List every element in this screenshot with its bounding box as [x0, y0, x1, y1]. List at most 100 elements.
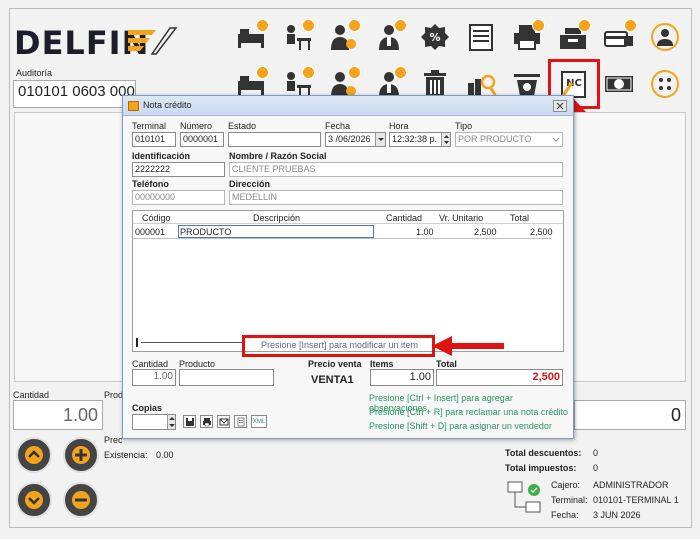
numero-field[interactable]: 0000001	[180, 132, 224, 147]
terminal-field-label: Terminal	[132, 121, 167, 131]
auditoria-field[interactable]: 010101 0603 0001	[13, 80, 136, 108]
dialog-close-button[interactable]	[553, 100, 567, 112]
grid-scrollbar[interactable]	[141, 342, 243, 343]
svg-text:%: %	[429, 31, 440, 44]
email-button[interactable]	[217, 415, 230, 428]
percent-icon: %	[421, 24, 449, 50]
existencia-label: Existencia:	[104, 450, 148, 460]
chevron-down-icon	[552, 137, 560, 142]
remove-button[interactable]	[63, 482, 99, 518]
items-label: Items	[370, 359, 394, 369]
fecha-value: 3 JUN 2026	[593, 510, 641, 520]
main-cantidad-field[interactable]: 1.00	[13, 400, 103, 430]
customer-money-button[interactable]	[322, 18, 364, 56]
grid-cell-vr-unitario: 2,500	[474, 227, 497, 237]
identificacion-field[interactable]: 2222222	[132, 162, 225, 177]
chevron-up-icon	[25, 446, 43, 464]
dlg-cantidad-field[interactable]: 1.00	[132, 369, 176, 386]
remove-badge-icon	[348, 66, 361, 79]
check-badge-icon	[532, 19, 545, 32]
printer-button[interactable]	[506, 18, 548, 56]
fecha-field-value: 3 /06/2026	[328, 134, 371, 144]
desk-person-button[interactable]	[276, 18, 318, 56]
printer-icon	[202, 417, 211, 426]
main-right-field[interactable]: 0	[574, 400, 686, 430]
more-button[interactable]	[644, 65, 686, 103]
bed-button[interactable]	[230, 18, 272, 56]
network-icon	[507, 481, 541, 513]
total-descuentos-value: 0	[593, 448, 599, 458]
dlg-total-label: Total	[436, 359, 457, 369]
grid-cell-codigo: 000001	[135, 227, 166, 237]
dlg-producto-field[interactable]	[179, 369, 274, 386]
document-list-button[interactable]	[460, 18, 502, 56]
total-descuentos-label: Total descuentos:	[505, 448, 582, 458]
discount-button[interactable]: %	[414, 18, 456, 56]
fecha-field-label: Fecha	[325, 121, 351, 131]
insert-hint: Presione [Insert] para modificar un item	[260, 340, 419, 350]
check-badge-icon	[578, 19, 591, 32]
direccion-field[interactable]: MEDELLIN	[229, 190, 563, 205]
save-button[interactable]	[183, 415, 196, 428]
user-refresh-button[interactable]	[644, 18, 686, 56]
register-button[interactable]	[552, 18, 594, 56]
existencia-row: Existencia: 0.00	[104, 450, 174, 460]
hora-spinner[interactable]	[441, 133, 450, 146]
remove-badge-icon	[256, 66, 269, 79]
items-grid[interactable]: Código Descripción Cantidad Vr. Unitario…	[132, 210, 564, 352]
hint-reclamar: Presione [Ctrl + R] para reclamar una no…	[369, 407, 568, 417]
dlg-total-field[interactable]: 2,500	[436, 369, 563, 386]
precio-venta-value: VENTA1	[311, 374, 354, 386]
spinner-icon	[444, 135, 449, 144]
xml-button[interactable]: XML	[251, 415, 267, 428]
document-export-icon	[237, 417, 244, 426]
grid-header-total: Total	[510, 213, 530, 223]
dlg-cantidad-label: Cantidad	[132, 359, 169, 369]
grid-cell-descripcion-editor[interactable]: PRODUCTO	[178, 225, 374, 238]
dialog-titlebar: Nota crédito	[123, 96, 573, 116]
up-button[interactable]	[16, 437, 52, 473]
plus-icon	[72, 446, 90, 464]
dollar-badge-icon	[624, 19, 637, 32]
grid-scroll-marker	[136, 338, 138, 347]
tipo-select-value: POR PRODUCTO	[458, 134, 532, 144]
document-list-icon	[469, 24, 493, 51]
items-field[interactable]: 1.00	[370, 369, 434, 386]
user-refresh-icon	[651, 23, 679, 51]
hora-label: Hora	[389, 121, 409, 131]
terminal-field[interactable]: 010101	[132, 132, 176, 147]
chevron-down-icon	[25, 491, 43, 509]
telefono-label: Teléfono	[132, 179, 169, 189]
nombre-field[interactable]: CLIENTE PRUEBAS	[229, 162, 563, 177]
fecha-dropdown-button[interactable]	[375, 133, 385, 146]
export-toolbar: XML	[183, 415, 267, 428]
card-payment-button[interactable]	[598, 18, 640, 56]
grid-cell-descripcion: PRODUCTO	[180, 227, 232, 237]
main-cantidad-label: Cantidad	[13, 390, 50, 400]
remove-badge-icon	[302, 66, 315, 79]
estado-field[interactable]	[228, 132, 321, 147]
cash-icon	[605, 76, 633, 92]
add-button[interactable]	[63, 437, 99, 473]
seller-button[interactable]	[368, 18, 410, 56]
cajero-label: Cajero:	[551, 480, 581, 490]
direccion-label: Dirección	[229, 179, 271, 189]
tipo-select[interactable]: POR PRODUCTO	[455, 132, 563, 147]
hora-field-value: 12:32:38 p.	[392, 134, 438, 144]
tipo-label: Tipo	[455, 121, 473, 131]
email-icon	[219, 418, 228, 425]
telefono-field[interactable]: 00000000	[132, 190, 225, 205]
toolbar-top: %	[230, 18, 690, 60]
arrow-left-icon	[432, 336, 504, 356]
identificacion-label: Identificación	[132, 151, 191, 161]
pdf-button[interactable]	[234, 415, 247, 428]
grid-header-vr-unitario: Vr. Unitario	[439, 213, 484, 223]
print-button[interactable]	[200, 415, 213, 428]
existencia-value: 0.00	[156, 450, 174, 460]
copias-spinner[interactable]	[167, 415, 175, 429]
main-producto-label: Prod	[104, 390, 124, 400]
cash-button[interactable]	[598, 65, 640, 103]
down-button[interactable]	[16, 482, 52, 518]
terminal-value: 010101-TERMINAL 1	[593, 495, 679, 505]
xml-label: XML	[252, 418, 266, 425]
